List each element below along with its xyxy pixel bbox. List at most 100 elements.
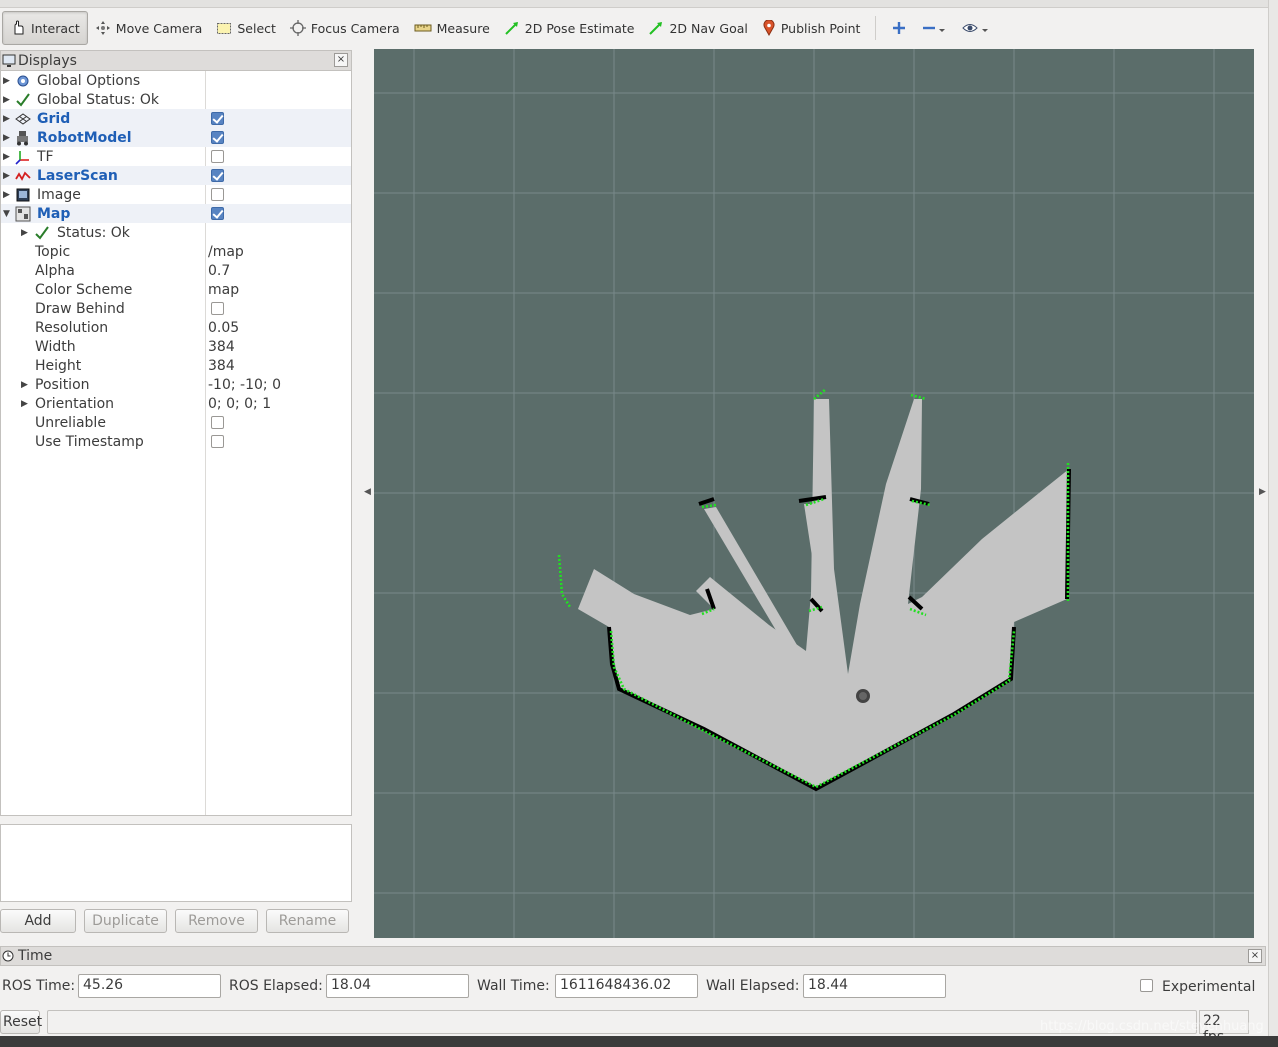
display-row-tf[interactable]: ▶ TF (1, 147, 351, 166)
prop-label: Draw Behind (35, 300, 125, 317)
expand-arrow-icon[interactable]: ▶ (21, 380, 28, 390)
laser-scan-icon (15, 168, 31, 184)
focus-camera-tool-button[interactable]: Focus Camera (283, 11, 407, 45)
wall-time-field[interactable]: 1611648436.02 (555, 974, 698, 998)
expand-arrow-icon[interactable]: ▶ (3, 152, 10, 162)
remove-tool-button[interactable] (914, 11, 954, 45)
prop-value[interactable]: 0; 0; 0; 1 (208, 396, 271, 412)
map-prop-topic[interactable]: Topic /map (1, 242, 351, 261)
reset-button[interactable]: Reset (0, 1010, 42, 1034)
prop-value[interactable]: 384 (208, 358, 235, 374)
wall-elapsed-field[interactable]: 18.44 (803, 974, 946, 998)
panel-splitter[interactable] (0, 816, 352, 824)
move-camera-tool-button[interactable]: Move Camera (88, 11, 210, 45)
select-tool-button[interactable]: Select (209, 11, 283, 45)
publish-point-tool-button[interactable]: Publish Point (755, 11, 868, 45)
prop-value[interactable]: 0.7 (208, 263, 230, 279)
enabled-checkbox[interactable] (211, 169, 224, 182)
wall-elapsed-label: Wall Elapsed: (706, 978, 800, 994)
remove-button[interactable]: Remove (175, 909, 258, 933)
view-tool-button[interactable] (954, 11, 998, 45)
display-label: Global Status: Ok (37, 91, 160, 108)
expand-arrow-icon[interactable]: ▶ (3, 76, 10, 86)
add-tool-button[interactable] (884, 11, 914, 45)
unreliable-checkbox[interactable] (211, 416, 224, 429)
close-icon[interactable]: × (1248, 949, 1262, 963)
draw-behind-checkbox[interactable] (211, 302, 224, 315)
map-prop-color-scheme[interactable]: Color Scheme map (1, 280, 351, 299)
time-panel-header: Time × (0, 946, 1266, 966)
prop-value[interactable]: -10; -10; 0 (208, 377, 281, 393)
window-titlebar (0, 0, 1278, 8)
prop-value[interactable]: /map (208, 244, 244, 260)
display-label: Global Options (37, 72, 141, 89)
description-box (0, 824, 352, 902)
prop-label: Unreliable (35, 414, 106, 431)
map-prop-use-timestamp[interactable]: Use Timestamp (1, 432, 351, 451)
map-prop-draw-behind[interactable]: Draw Behind (1, 299, 351, 318)
map-prop-orientation[interactable]: ▶ Orientation 0; 0; 0; 1 (1, 394, 351, 413)
prop-value[interactable]: map (208, 282, 239, 298)
display-row-grid[interactable]: ▶ Grid (1, 109, 351, 128)
display-row-robotmodel[interactable]: ▶ RobotModel (1, 128, 351, 147)
add-button[interactable]: Add (0, 909, 76, 933)
display-row-global-status[interactable]: ▶ Global Status: Ok (1, 90, 351, 109)
ros-elapsed-label: ROS Elapsed: (229, 978, 323, 994)
map-prop-position[interactable]: ▶ Position -10; -10; 0 (1, 375, 351, 394)
expand-arrow-icon[interactable]: ▶ (3, 190, 10, 200)
display-row-laserscan[interactable]: ▶ LaserScan (1, 166, 351, 185)
enabled-checkbox[interactable] (211, 150, 224, 163)
pose-estimate-tool-button[interactable]: 2D Pose Estimate (497, 11, 642, 45)
collapse-left-icon[interactable]: ◀ (364, 487, 371, 497)
map-prop-resolution[interactable]: Resolution 0.05 (1, 318, 351, 337)
occupancy-free-space (578, 399, 1069, 789)
focus-camera-label: Focus Camera (310, 20, 400, 36)
nav-goal-tool-button[interactable]: 2D Nav Goal (641, 11, 754, 45)
move-camera-icon (95, 21, 110, 35)
expand-arrow-icon[interactable]: ▶ (3, 114, 10, 124)
prop-label: Alpha (35, 262, 75, 279)
map-prop-status[interactable]: ▶ Status: Ok (1, 223, 351, 242)
enabled-checkbox[interactable] (211, 131, 224, 144)
expand-arrow-icon[interactable]: ▶ (21, 399, 28, 409)
interact-tool-button[interactable]: Interact (2, 11, 88, 45)
measure-tool-button[interactable]: Measure (407, 11, 497, 45)
display-row-image[interactable]: ▶ Image (1, 185, 351, 204)
display-label: Map (37, 205, 71, 222)
collapse-arrow-icon[interactable]: ▼ (3, 209, 10, 219)
enabled-checkbox[interactable] (211, 112, 224, 125)
close-icon[interactable]: × (334, 53, 348, 67)
enabled-checkbox[interactable] (211, 207, 224, 220)
displays-tree: ▶ Global Options ▶ Global Status: Ok ▶ G… (0, 71, 352, 816)
map-prop-height[interactable]: Height 384 (1, 356, 351, 375)
enabled-checkbox[interactable] (211, 188, 224, 201)
displays-panel-header: Displays × (0, 50, 352, 71)
display-row-global-options[interactable]: ▶ Global Options (1, 71, 351, 90)
ros-time-field[interactable]: 45.26 (78, 974, 221, 998)
ros-time-label: ROS Time: (2, 978, 76, 994)
render-viewport[interactable] (374, 49, 1254, 938)
experimental-checkbox[interactable] (1140, 979, 1153, 992)
ros-elapsed-field[interactable]: 18.04 (326, 974, 469, 998)
map-prop-unreliable[interactable]: Unreliable (1, 413, 351, 432)
map-prop-alpha[interactable]: Alpha 0.7 (1, 261, 351, 280)
prop-label: Use Timestamp (35, 433, 144, 450)
expand-arrow-icon[interactable]: ▶ (21, 228, 28, 238)
rename-button[interactable]: Rename (266, 909, 349, 933)
expand-arrow-icon[interactable]: ▶ (3, 133, 10, 143)
map-prop-width[interactable]: Width 384 (1, 337, 351, 356)
pose-estimate-label: 2D Pose Estimate (524, 20, 635, 36)
prop-value[interactable]: 0.05 (208, 320, 239, 336)
duplicate-button[interactable]: Duplicate (84, 909, 167, 933)
display-label: RobotModel (37, 129, 132, 146)
axes-icon (15, 149, 31, 165)
display-row-map[interactable]: ▼ Map (1, 204, 351, 223)
prop-label: Orientation (35, 395, 115, 412)
prop-value[interactable]: 384 (208, 339, 235, 355)
expand-arrow-icon[interactable]: ▶ (3, 95, 10, 105)
collapse-right-icon[interactable]: ▶ (1259, 487, 1266, 497)
expand-arrow-icon[interactable]: ▶ (3, 171, 10, 181)
hand-pointer-icon (14, 20, 24, 35)
use-timestamp-checkbox[interactable] (211, 435, 224, 448)
image-icon (15, 187, 31, 203)
